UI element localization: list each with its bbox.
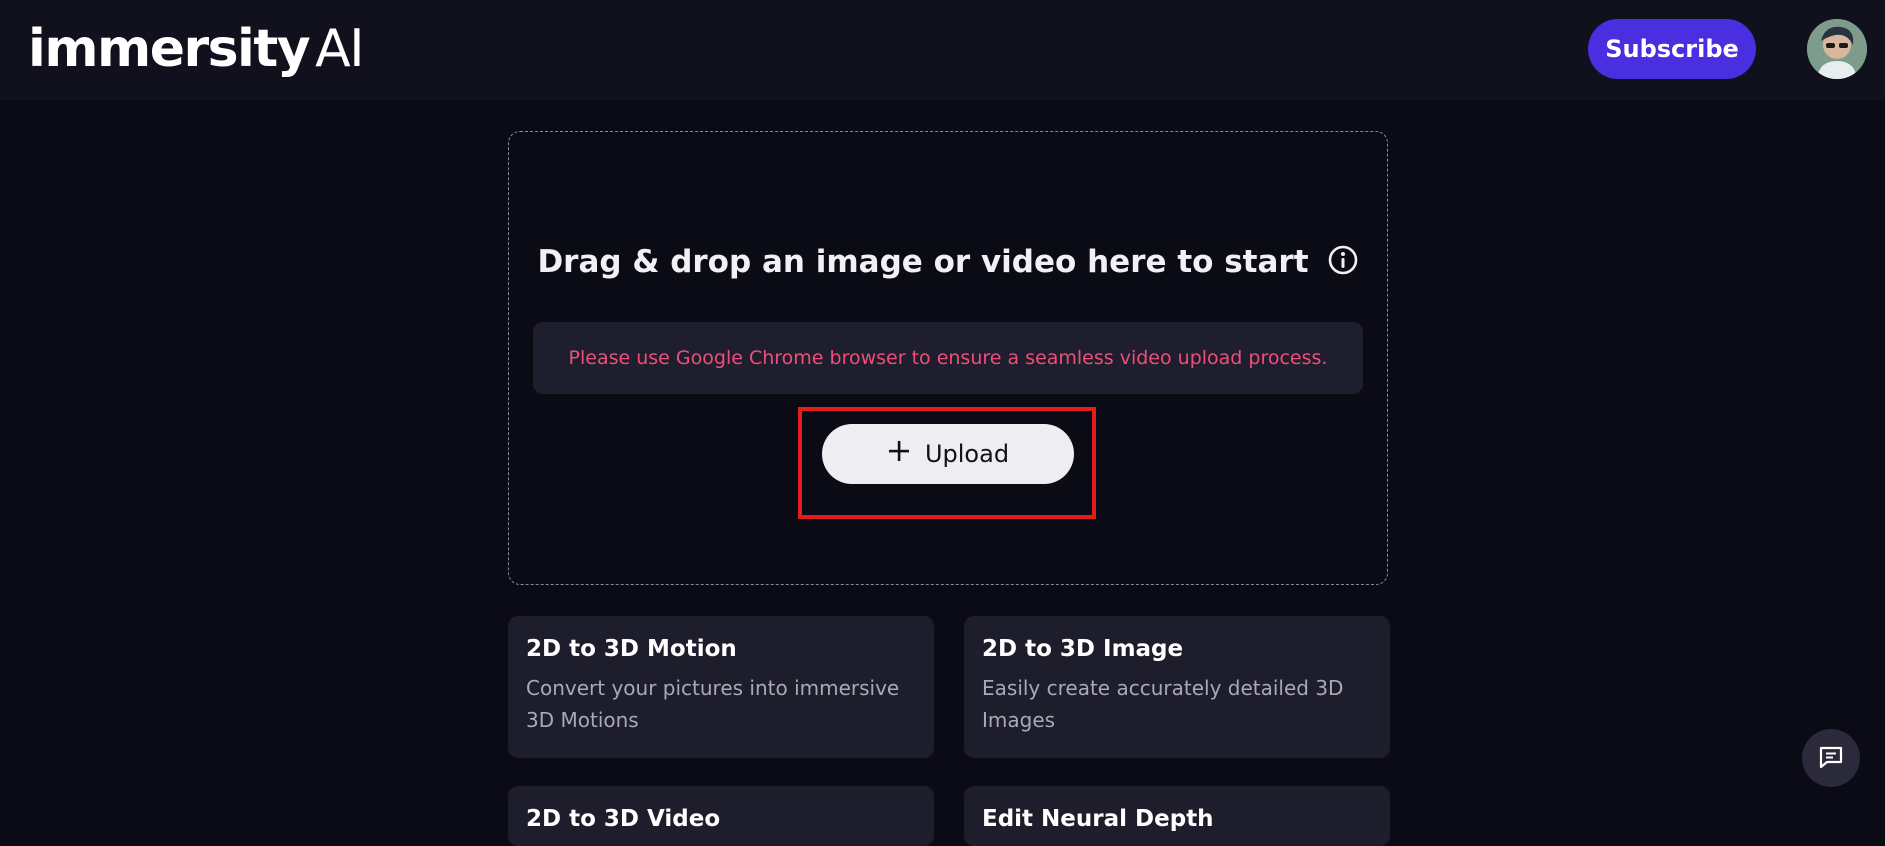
card-title: 2D to 3D Video bbox=[526, 806, 721, 832]
logo[interactable]: immersity AI bbox=[28, 14, 365, 84]
avatar[interactable] bbox=[1807, 19, 1867, 79]
card-description-line: 3D Motions bbox=[526, 708, 639, 732]
card-title: 2D to 3D Image bbox=[982, 636, 1184, 662]
drop-title-row: Drag & drop an image or video here to st… bbox=[509, 244, 1387, 284]
chat-button[interactable] bbox=[1802, 729, 1860, 787]
card-2d-to-3d-image[interactable]: 2D to 3D Image Easily create accurately … bbox=[964, 616, 1390, 758]
card-description-line: Images bbox=[982, 708, 1056, 732]
upload-label: Upload bbox=[924, 440, 1010, 468]
card-description-line: Convert your pictures into immersive bbox=[526, 676, 900, 700]
card-2d-to-3d-video[interactable]: 2D to 3D Video bbox=[508, 786, 934, 846]
card-description: Easily create accurately detailed 3D Ima… bbox=[982, 672, 1372, 736]
info-circle-icon[interactable] bbox=[1327, 244, 1359, 284]
subscribe-button[interactable]: Subscribe bbox=[1588, 19, 1756, 79]
chat-icon bbox=[1817, 743, 1845, 774]
card-2d-to-3d-motion[interactable]: 2D to 3D Motion Convert your pictures in… bbox=[508, 616, 934, 758]
drop-title: Drag & drop an image or video here to st… bbox=[537, 244, 1309, 280]
card-description: Convert your pictures into immersive 3D … bbox=[526, 672, 916, 736]
logo-text: immersity bbox=[28, 19, 311, 79]
card-edit-neural-depth[interactable]: Edit Neural Depth bbox=[964, 786, 1390, 846]
drop-zone[interactable]: Drag & drop an image or video here to st… bbox=[508, 131, 1388, 585]
card-title: Edit Neural Depth bbox=[982, 806, 1214, 832]
card-description-line: Easily create accurately detailed 3D bbox=[982, 676, 1344, 700]
browser-notice: Please use Google Chrome browser to ensu… bbox=[533, 322, 1363, 394]
upload-button[interactable]: Upload bbox=[822, 424, 1074, 484]
logo-suffix: AI bbox=[315, 19, 364, 79]
top-header: immersity AI Subscribe bbox=[0, 0, 1885, 100]
plus-icon bbox=[887, 439, 911, 469]
avatar-image bbox=[1807, 19, 1867, 79]
card-title: 2D to 3D Motion bbox=[526, 636, 737, 662]
